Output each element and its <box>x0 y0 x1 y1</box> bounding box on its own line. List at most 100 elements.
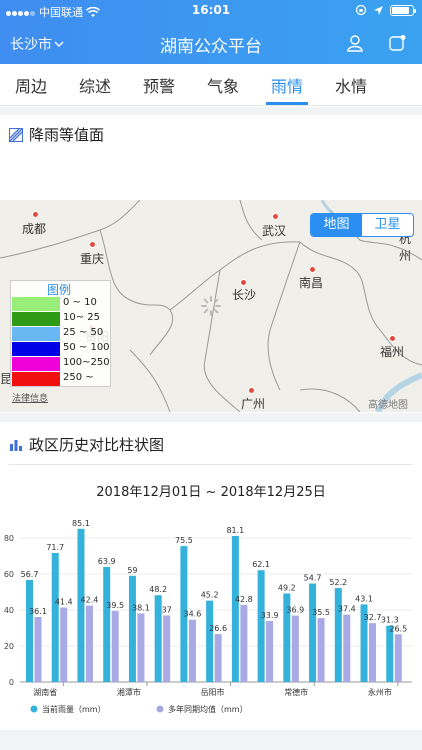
tab-warning[interactable]: 预警 <box>143 73 175 97</box>
bar-average <box>317 618 325 682</box>
section-divider <box>0 107 422 115</box>
battery-icon <box>390 4 416 16</box>
legend-range: 100~250 <box>63 357 110 368</box>
legend-marker-current <box>30 705 38 713</box>
data-label-current: 62.1 <box>252 560 270 569</box>
satellite-view-button[interactable]: 卫星 <box>362 214 413 236</box>
city-label-nanchang: 南昌 <box>299 276 324 290</box>
history-bar-chart: 0 20 40 60 80 56.7 36.1 71.7 41.4 85.1 42.4 63.9 39.… <box>0 512 422 728</box>
divider-line <box>9 464 413 465</box>
bar-average <box>394 634 402 682</box>
bar-current <box>386 625 394 682</box>
y-tick-label: 20 <box>4 642 14 651</box>
y-tick-label: 80 <box>4 534 14 543</box>
data-label-current: 85.1 <box>72 519 90 528</box>
tab-weather[interactable]: 气象 <box>207 73 239 97</box>
city-marker <box>240 279 247 286</box>
user-icon[interactable] <box>346 34 364 52</box>
date-range: 2018年12月01日 ~ 2018年12月25日 <box>96 485 326 500</box>
data-label-current: 52.2 <box>329 578 347 587</box>
bar-current <box>103 566 111 682</box>
bottom-padding <box>0 730 422 750</box>
x-tick-label: 永州市 <box>368 687 392 697</box>
map-legend: 图例 0 ~ 10 10~ 25 25 ~ 50 50 ~ 100 100~25… <box>10 280 111 387</box>
city-marker <box>389 335 396 342</box>
rain-map-header: 降雨等值面 <box>9 124 104 145</box>
bar-current <box>231 536 239 682</box>
data-label-current: 63.9 <box>98 557 116 566</box>
tab-bar: 周边 综述 预警 气象 雨情 水情 <box>0 64 422 106</box>
city-marker <box>309 266 316 273</box>
law-info-link[interactable]: 法律信息 <box>12 391 48 404</box>
rotation-lock-icon <box>355 4 367 16</box>
legend-item: 50 ~ 100 <box>12 342 112 356</box>
data-label-average: 26.6 <box>209 624 227 633</box>
legend-item: 0 ~ 10 <box>12 297 112 311</box>
bar-average <box>34 617 42 682</box>
tab-rainfall[interactable]: 雨情 <box>271 73 303 97</box>
data-label-average: 35.5 <box>312 608 330 617</box>
legend-range: 50 ~ 100 <box>63 342 110 353</box>
map-type-toggle: 地图 卫星 <box>310 213 414 237</box>
y-tick-label: 0 <box>9 678 14 687</box>
data-label-average: 37.4 <box>338 605 356 614</box>
bar-average <box>214 634 222 682</box>
bar-average <box>163 615 171 682</box>
city-marker <box>248 387 255 394</box>
tab-nearby[interactable]: 周边 <box>15 73 47 97</box>
history-chart-header: 政区历史对比柱状图 <box>9 434 164 455</box>
tab-water[interactable]: 水情 <box>335 73 367 97</box>
legend-swatch <box>12 327 60 341</box>
bar-average <box>369 623 377 682</box>
x-tick-label: 湘潭市 <box>117 687 141 697</box>
legend-swatch <box>12 357 60 371</box>
legend-label-average: 多年同期均值（mm） <box>168 704 248 714</box>
history-chart-title: 政区历史对比柱状图 <box>29 436 165 454</box>
legend-swatch <box>12 312 60 326</box>
city-label-changsha: 长沙 <box>232 288 257 302</box>
bar-current <box>26 579 33 682</box>
bar-average <box>343 614 351 682</box>
legend-label-current: 当前雨量（mm） <box>42 704 106 714</box>
data-label-current: 31.3 <box>381 616 399 625</box>
city-label-guangzhou: 广州 <box>241 397 266 411</box>
legend-swatch <box>12 297 60 311</box>
legend-title: 图例 <box>47 283 72 297</box>
data-label-current: 75.5 <box>175 536 193 545</box>
message-icon[interactable] <box>388 34 406 52</box>
bar-chart-icon <box>10 439 22 451</box>
status-bar: 中国联通 16:01 <box>0 0 422 22</box>
city-marker <box>89 241 96 248</box>
city-marker <box>32 211 39 218</box>
legend-item: 25 ~ 50 <box>12 327 112 341</box>
data-label-current: 43.1 <box>355 594 373 603</box>
tab-overview[interactable]: 综述 <box>79 73 111 97</box>
legend-range: 10~ 25 <box>63 312 101 323</box>
bar-current <box>257 570 265 682</box>
x-tick-label: 岳阳市 <box>201 687 225 697</box>
city-label-fuzhou: 福州 <box>380 345 405 359</box>
bar-average <box>240 604 248 682</box>
bar-current <box>77 528 85 682</box>
legend-item: 250 ~ <box>12 372 112 386</box>
city-label-chengdu: 成都 <box>22 222 47 236</box>
data-label-average: 41.4 <box>55 597 73 606</box>
data-label-average: 26.5 <box>389 624 407 633</box>
location-icon <box>374 5 383 15</box>
app-root: { "status_bar": { "carrier": "中国联通", "ti… <box>0 0 422 750</box>
header-bar: 中国联通 16:01 长沙市 湖南公众平台 <box>0 0 422 64</box>
legend-range: 250 ~ <box>63 372 94 383</box>
data-label-current: 59 <box>127 566 137 575</box>
city-label-wuhan: 武汉 <box>262 224 287 238</box>
legend-marker-average <box>156 705 164 713</box>
rain-map-title: 降雨等值面 <box>29 126 105 144</box>
data-label-current: 71.7 <box>46 543 64 552</box>
data-label-average: 42.4 <box>81 596 99 605</box>
bar-average <box>60 607 68 682</box>
legend-swatch <box>12 342 60 356</box>
legend-item: 10~ 25 <box>12 312 112 326</box>
data-label-average: 33.9 <box>261 611 279 620</box>
data-label-current: 81.1 <box>226 526 244 535</box>
data-label-average: 36.9 <box>286 606 304 615</box>
map-view-button[interactable]: 地图 <box>311 214 362 236</box>
